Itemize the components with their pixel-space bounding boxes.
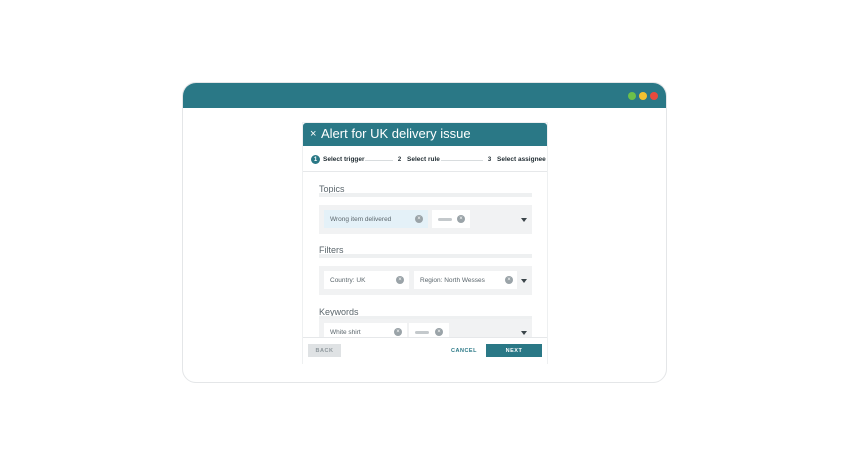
chip-label: White shirt: [330, 328, 361, 336]
step-number: 2: [397, 156, 402, 163]
step-label: Select trigger: [323, 156, 365, 163]
window-maximize-dot[interactable]: [628, 92, 636, 100]
step-connector: [441, 160, 483, 161]
topic-chip: Wrong item delivered ×: [324, 210, 428, 228]
remove-chip-icon[interactable]: ×: [435, 328, 443, 336]
step-select-assignee[interactable]: 3 Select assignee: [485, 155, 546, 164]
chevron-down-icon[interactable]: [521, 279, 527, 283]
window-controls: [628, 92, 658, 100]
topic-chip-placeholder: ×: [432, 210, 470, 228]
step-number: 1: [311, 155, 320, 164]
step-select-trigger[interactable]: 1 Select trigger: [311, 155, 365, 164]
cancel-button[interactable]: CANCEL: [446, 344, 482, 357]
remove-chip-icon[interactable]: ×: [457, 215, 465, 223]
chip-label: Region: North Wesses: [420, 276, 485, 284]
chevron-down-icon[interactable]: [521, 331, 527, 335]
topics-select[interactable]: Wrong item delivered × ×: [319, 205, 532, 234]
modal-title: Alert for UK delivery issue: [321, 126, 471, 141]
keyword-chip-placeholder: ×: [409, 323, 449, 337]
chevron-down-icon[interactable]: [521, 218, 527, 222]
window-minimize-dot[interactable]: [639, 92, 647, 100]
remove-chip-icon[interactable]: ×: [505, 276, 513, 284]
modal-body: Topics Wrong item delivered × × Filters …: [303, 173, 547, 337]
keywords-select[interactable]: White shirt × ×: [319, 319, 532, 337]
remove-chip-icon[interactable]: ×: [415, 215, 423, 223]
stepper: 1 Select trigger 2 Select rule 3 Select …: [303, 147, 547, 172]
close-icon[interactable]: ×: [310, 126, 316, 142]
back-button[interactable]: BACK: [308, 344, 341, 357]
filter-chip-country: Country: UK ×: [324, 271, 409, 289]
chip-label: Wrong item delivered: [330, 215, 392, 223]
placeholder-bar: [438, 218, 452, 221]
filters-search-bar[interactable]: [319, 254, 532, 258]
browser-title-bar: [183, 83, 666, 108]
chip-label: Country: UK: [330, 276, 366, 284]
step-label: Select rule: [407, 156, 440, 163]
topics-search-bar[interactable]: [319, 193, 532, 197]
step-number: 3: [487, 156, 492, 163]
placeholder-bar: [415, 331, 429, 334]
remove-chip-icon[interactable]: ×: [394, 328, 402, 336]
modal-header: × Alert for UK delivery issue: [303, 123, 547, 146]
next-button[interactable]: NEXT: [486, 344, 542, 357]
window-close-dot[interactable]: [650, 92, 658, 100]
step-label: Select assignee: [497, 156, 546, 163]
modal-footer: BACK CANCEL NEXT: [303, 337, 547, 365]
step-select-rule[interactable]: 2 Select rule: [395, 155, 440, 164]
step-connector: [365, 160, 393, 161]
remove-chip-icon[interactable]: ×: [396, 276, 404, 284]
filter-chip-region: Region: North Wesses ×: [414, 271, 517, 289]
keyword-chip: White shirt ×: [324, 323, 407, 337]
alert-modal: × Alert for UK delivery issue 1 Select t…: [302, 122, 548, 365]
filters-select[interactable]: Country: UK × Region: North Wesses ×: [319, 266, 532, 295]
